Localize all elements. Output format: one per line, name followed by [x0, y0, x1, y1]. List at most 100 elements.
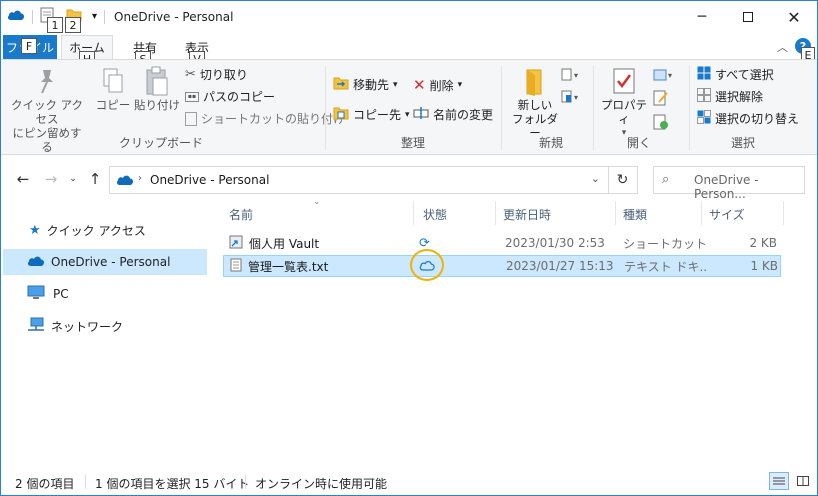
- close-button[interactable]: ✕: [771, 1, 817, 33]
- breadcrumb-separator-icon: ›: [138, 173, 142, 184]
- group-label-new: 新規: [538, 136, 563, 150]
- nav-item-label: クイック アクセス: [46, 223, 146, 238]
- breadcrumb-onedrive[interactable]: OneDrive - Personal: [150, 173, 269, 187]
- table-row[interactable]: 個人用 Vault ⟳ 2023/01/30 2:53 ショートカット 2 KB: [223, 233, 781, 255]
- invert-selection-label: 選択の切り替え: [715, 112, 800, 126]
- copy-button[interactable]: コピー: [93, 66, 133, 112]
- ribbon-divider: [689, 66, 690, 150]
- file-size: 2 KB: [749, 236, 777, 250]
- new-item-icon[interactable]: ▾: [561, 68, 583, 85]
- collapse-ribbon-icon[interactable]: ︿: [777, 39, 788, 55]
- copy-path-label: パスのコピー: [203, 90, 276, 104]
- maximize-icon: [743, 12, 753, 22]
- minimize-icon: ─: [697, 9, 707, 25]
- back-button[interactable]: ←: [13, 169, 33, 189]
- pin-to-quick-access-button[interactable]: クイック アクセス にピン留めする: [7, 66, 87, 154]
- cut-button[interactable]: ✂ 切り取り: [185, 66, 248, 83]
- text-file-icon: [230, 258, 242, 275]
- ribbon-divider: [501, 66, 502, 150]
- nav-item-quick-access[interactable]: ★ クイック アクセス: [3, 217, 207, 243]
- refresh-icon: ↻: [616, 172, 629, 188]
- copy-to-icon: [333, 106, 349, 123]
- nav-item-network[interactable]: ネットワーク: [3, 313, 207, 339]
- properties-button[interactable]: プロパティ ▾: [597, 66, 651, 140]
- copy-to-label: コピー先: [353, 108, 402, 122]
- copy-to-dropdown-icon: ▾: [405, 109, 410, 120]
- up-button[interactable]: ↑: [85, 169, 105, 189]
- copy-path-button[interactable]: ▪▪ パスのコピー: [185, 88, 275, 105]
- delete-button[interactable]: ✕ 削除 ▾: [413, 76, 462, 94]
- minimize-button[interactable]: ─: [679, 1, 725, 33]
- column-divider: [615, 201, 616, 225]
- large-icons-view-icon[interactable]: [793, 472, 813, 490]
- easy-access-icon[interactable]: ▾: [561, 90, 583, 107]
- select-none-button[interactable]: 選択解除: [697, 88, 763, 105]
- details-view-icon[interactable]: [769, 472, 789, 490]
- column-header-size[interactable]: サイズ: [709, 197, 781, 231]
- file-type: テキスト ドキ...: [624, 259, 706, 274]
- move-to-icon: [333, 76, 349, 93]
- edit-icon[interactable]: [653, 90, 669, 109]
- address-bar[interactable]: › OneDrive - Personal ⌄: [109, 166, 609, 194]
- keytip-file: F: [21, 38, 37, 54]
- paste-shortcut-label: ショートカットの貼り付け: [201, 112, 346, 126]
- onedrive-cloud-icon: [27, 255, 45, 270]
- column-header-name[interactable]: 名前: [229, 197, 411, 231]
- history-icon[interactable]: [653, 114, 669, 133]
- refresh-button[interactable]: ↻: [608, 166, 638, 194]
- group-label-organize: 整理: [400, 136, 425, 150]
- paste-shortcut-button[interactable]: ショートカットの貼り付け: [185, 110, 345, 127]
- file-type: ショートカット: [623, 236, 705, 251]
- file-list: ⌄ 名前 状態 更新日時 種類 サイズ 個人用 Vault ⟳ 2023/01/…: [215, 197, 815, 467]
- copy-to-button[interactable]: コピー先 ▾: [333, 106, 410, 123]
- address-dropdown-icon[interactable]: ⌄: [591, 172, 600, 185]
- file-date: 2023/01/27 15:13: [506, 259, 614, 273]
- status-availability: オンライン時に使用可能: [255, 477, 388, 491]
- nav-item-pc[interactable]: PC: [3, 281, 207, 307]
- column-header-date[interactable]: 更新日時: [503, 197, 613, 231]
- recent-locations-button[interactable]: ⌄: [63, 169, 83, 189]
- star-icon: ★: [29, 222, 41, 238]
- nav-item-onedrive[interactable]: OneDrive - Personal: [3, 249, 207, 275]
- new-folder-icon: [521, 66, 549, 98]
- keytip-qat-2: 2: [65, 17, 81, 33]
- status-divider: [85, 475, 86, 489]
- file-size: 1 KB: [750, 259, 778, 273]
- column-header-label: 更新日時: [503, 207, 552, 222]
- open-icon[interactable]: ▾: [653, 68, 675, 85]
- rename-icon: [413, 106, 429, 123]
- column-divider: [701, 201, 702, 225]
- network-icon: [27, 317, 45, 336]
- select-all-button[interactable]: すべて選択: [697, 66, 774, 83]
- onedrive-cloud-icon: [116, 174, 134, 189]
- explorer-window: ▾ 1 2 OneDrive - Personal ─ ✕ ファイル F ホーム…: [0, 0, 818, 496]
- new-folder-button[interactable]: 新しい フォルダー: [507, 66, 563, 140]
- onedrive-cloud-icon: [7, 9, 25, 24]
- column-header-status[interactable]: 状態: [423, 197, 495, 231]
- search-box[interactable]: ⌕ OneDrive - Person...: [653, 166, 805, 201]
- column-header-type[interactable]: 種類: [623, 197, 699, 231]
- group-label-open: 開く: [626, 136, 651, 150]
- pin-label: クイック アクセス にピン留めする: [10, 98, 84, 154]
- select-none-label: 選択解除: [715, 90, 764, 104]
- column-divider: [413, 201, 414, 225]
- ribbon-tabs: ファイル F ホーム H 共有 S 表示 V ︿ ? E: [1, 35, 817, 67]
- move-to-button[interactable]: 移動先 ▾: [333, 76, 398, 93]
- invert-selection-button[interactable]: 選択の切り替え: [697, 110, 799, 127]
- up-arrow-icon: ↑: [88, 170, 102, 188]
- delete-x-icon: ✕: [413, 76, 426, 94]
- keytip-qat-1: 1: [47, 17, 63, 33]
- svg-text:▾: ▾: [574, 71, 578, 80]
- nav-item-label: ネットワーク: [51, 319, 124, 334]
- table-row[interactable]: 管理一覧表.txt 2023/01/27 15:13 テキスト ドキ... 1 …: [223, 249, 781, 281]
- rename-button[interactable]: 名前の変更: [413, 106, 493, 123]
- forward-button[interactable]: →: [41, 169, 61, 189]
- customize-qat-dropdown-icon[interactable]: ▾: [92, 11, 97, 22]
- maximize-button[interactable]: [725, 1, 771, 33]
- status-selection: 1 個の項目を選択 15 バイト: [95, 477, 250, 491]
- computer-icon: [27, 285, 45, 304]
- paste-icon: [144, 66, 170, 98]
- file-name-cell: 管理一覧表.txt: [230, 256, 420, 276]
- paste-button[interactable]: 貼り付け: [133, 66, 181, 112]
- group-label-select: 選択: [730, 136, 755, 150]
